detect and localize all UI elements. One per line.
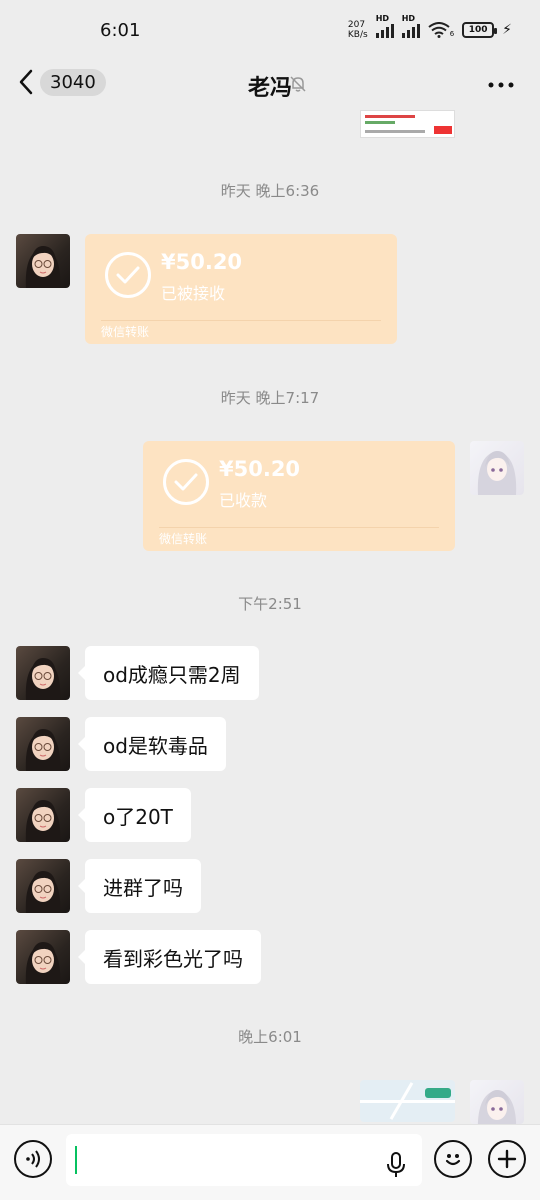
chat-input-bar [0,1124,540,1200]
transfer-message-received[interactable]: ¥50.20 已被接收 微信转账 [85,234,397,344]
transfer-message-sent[interactable]: ¥50.20 已收款 微信转账 [143,441,455,551]
voice-waves-icon [26,1150,40,1168]
text-message[interactable]: 进群了吗 [78,859,201,913]
microphone-icon[interactable] [386,1151,406,1179]
my-avatar[interactable] [470,1080,524,1124]
check-circle-icon [105,252,151,298]
avatar[interactable] [16,717,70,771]
avatar-portrait-icon [25,658,61,700]
wifi-icon: 6 [428,22,454,38]
avatar-portrait-icon [25,871,61,913]
transfer-amount: ¥50.20 [219,457,301,481]
check-circle-icon [163,459,209,505]
transfer-amount: ¥50.20 [161,250,243,274]
my-avatar[interactable] [470,441,524,495]
timestamp: 昨天 晚上6:36 [220,182,320,200]
avatar-portrait-icon [25,800,61,842]
avatar[interactable] [16,234,70,288]
timestamp: 下午2:51 [238,595,302,613]
avatar[interactable] [16,930,70,984]
chat-header: 3040 老冯 [0,60,540,110]
transfer-status: 已收款 [219,491,268,510]
location-message-thumbnail[interactable] [360,1080,455,1122]
more-options-button[interactable] [488,68,514,96]
avatar-portrait-icon [477,1090,517,1124]
divider [159,527,439,528]
muted-bell-icon [290,76,306,92]
battery-icon: 100 [462,22,498,38]
text-message[interactable]: 看到彩色光了吗 [78,930,261,984]
image-message-thumbnail[interactable] [360,110,455,138]
avatar-portrait-icon [25,942,61,984]
transfer-status: 已被接收 [161,284,226,303]
signal-icon: HD [375,14,394,38]
status-indicators: 207 KB/s HD HD 6 100 ⚡ [347,14,512,40]
status-time: 6:01 [100,19,141,41]
chat-title: 老冯 [247,76,292,101]
avatar[interactable] [16,859,70,913]
divider [101,320,381,321]
transfer-footer: 微信转账 [101,325,150,339]
add-attachment-button[interactable] [488,1140,526,1178]
avatar[interactable] [16,788,70,842]
text-message[interactable]: o了20T [78,788,191,842]
status-bar: 6:01 207 KB/s HD HD 6 100 ⚡ [0,0,540,60]
voice-mode-button[interactable] [14,1140,52,1178]
smiley-icon [445,1154,461,1166]
emoji-button[interactable] [434,1140,472,1178]
plus-icon [497,1149,517,1169]
more-dots-icon [488,82,514,88]
text-message[interactable]: od成瘾只需2周 [78,646,259,700]
charging-icon: ⚡ [502,22,512,38]
avatar[interactable] [16,646,70,700]
avatar-portrait-icon [25,729,61,771]
text-caret [75,1146,77,1174]
timestamp: 晚上6:01 [238,1028,302,1046]
avatar-portrait-icon [477,451,517,495]
signal-icon-2: HD [401,14,420,38]
transfer-footer: 微信转账 [159,532,208,546]
avatar-portrait-icon [25,246,61,288]
timestamp: 昨天 晚上7:17 [220,389,320,407]
network-speed: 207 KB/s [347,20,368,40]
message-input[interactable] [66,1134,422,1186]
text-message[interactable]: od是软毒品 [78,717,226,771]
